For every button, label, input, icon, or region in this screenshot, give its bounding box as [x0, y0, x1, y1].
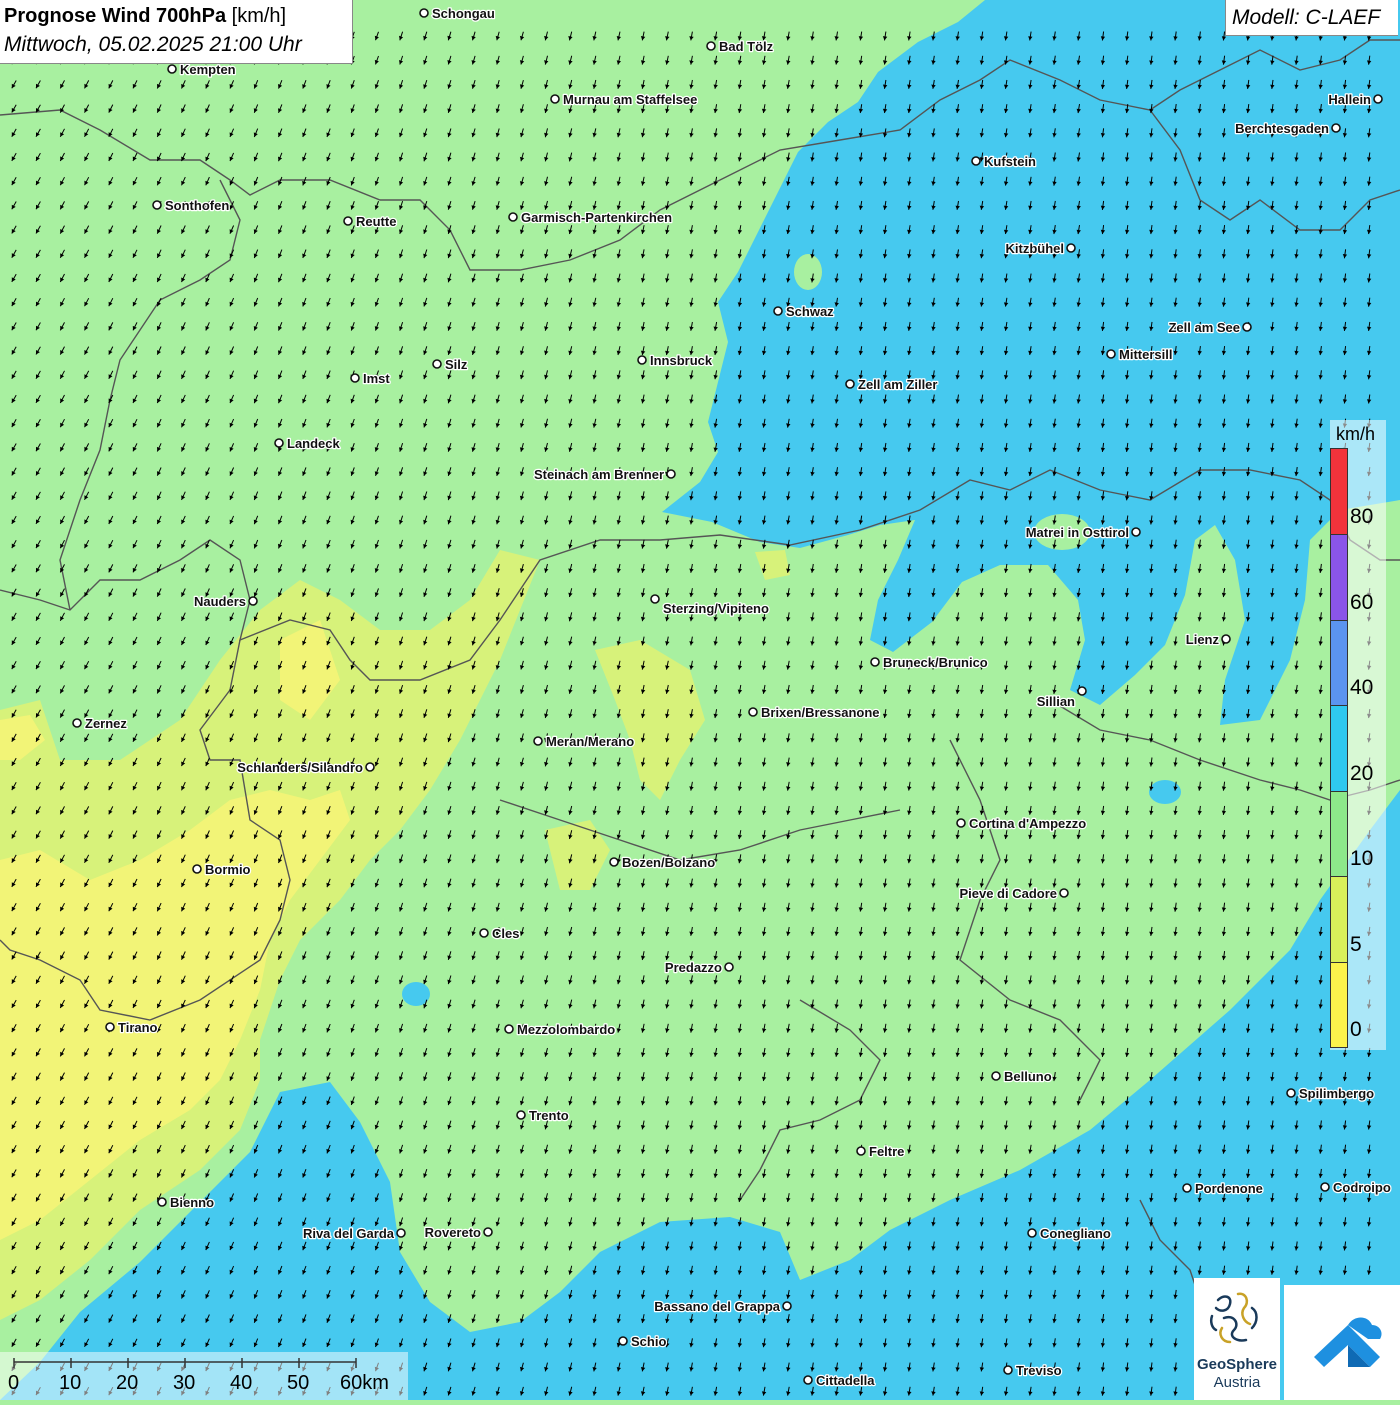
wind-map: SchongauBad TölzKemptenMurnau am Staffel… — [0, 0, 1400, 1400]
